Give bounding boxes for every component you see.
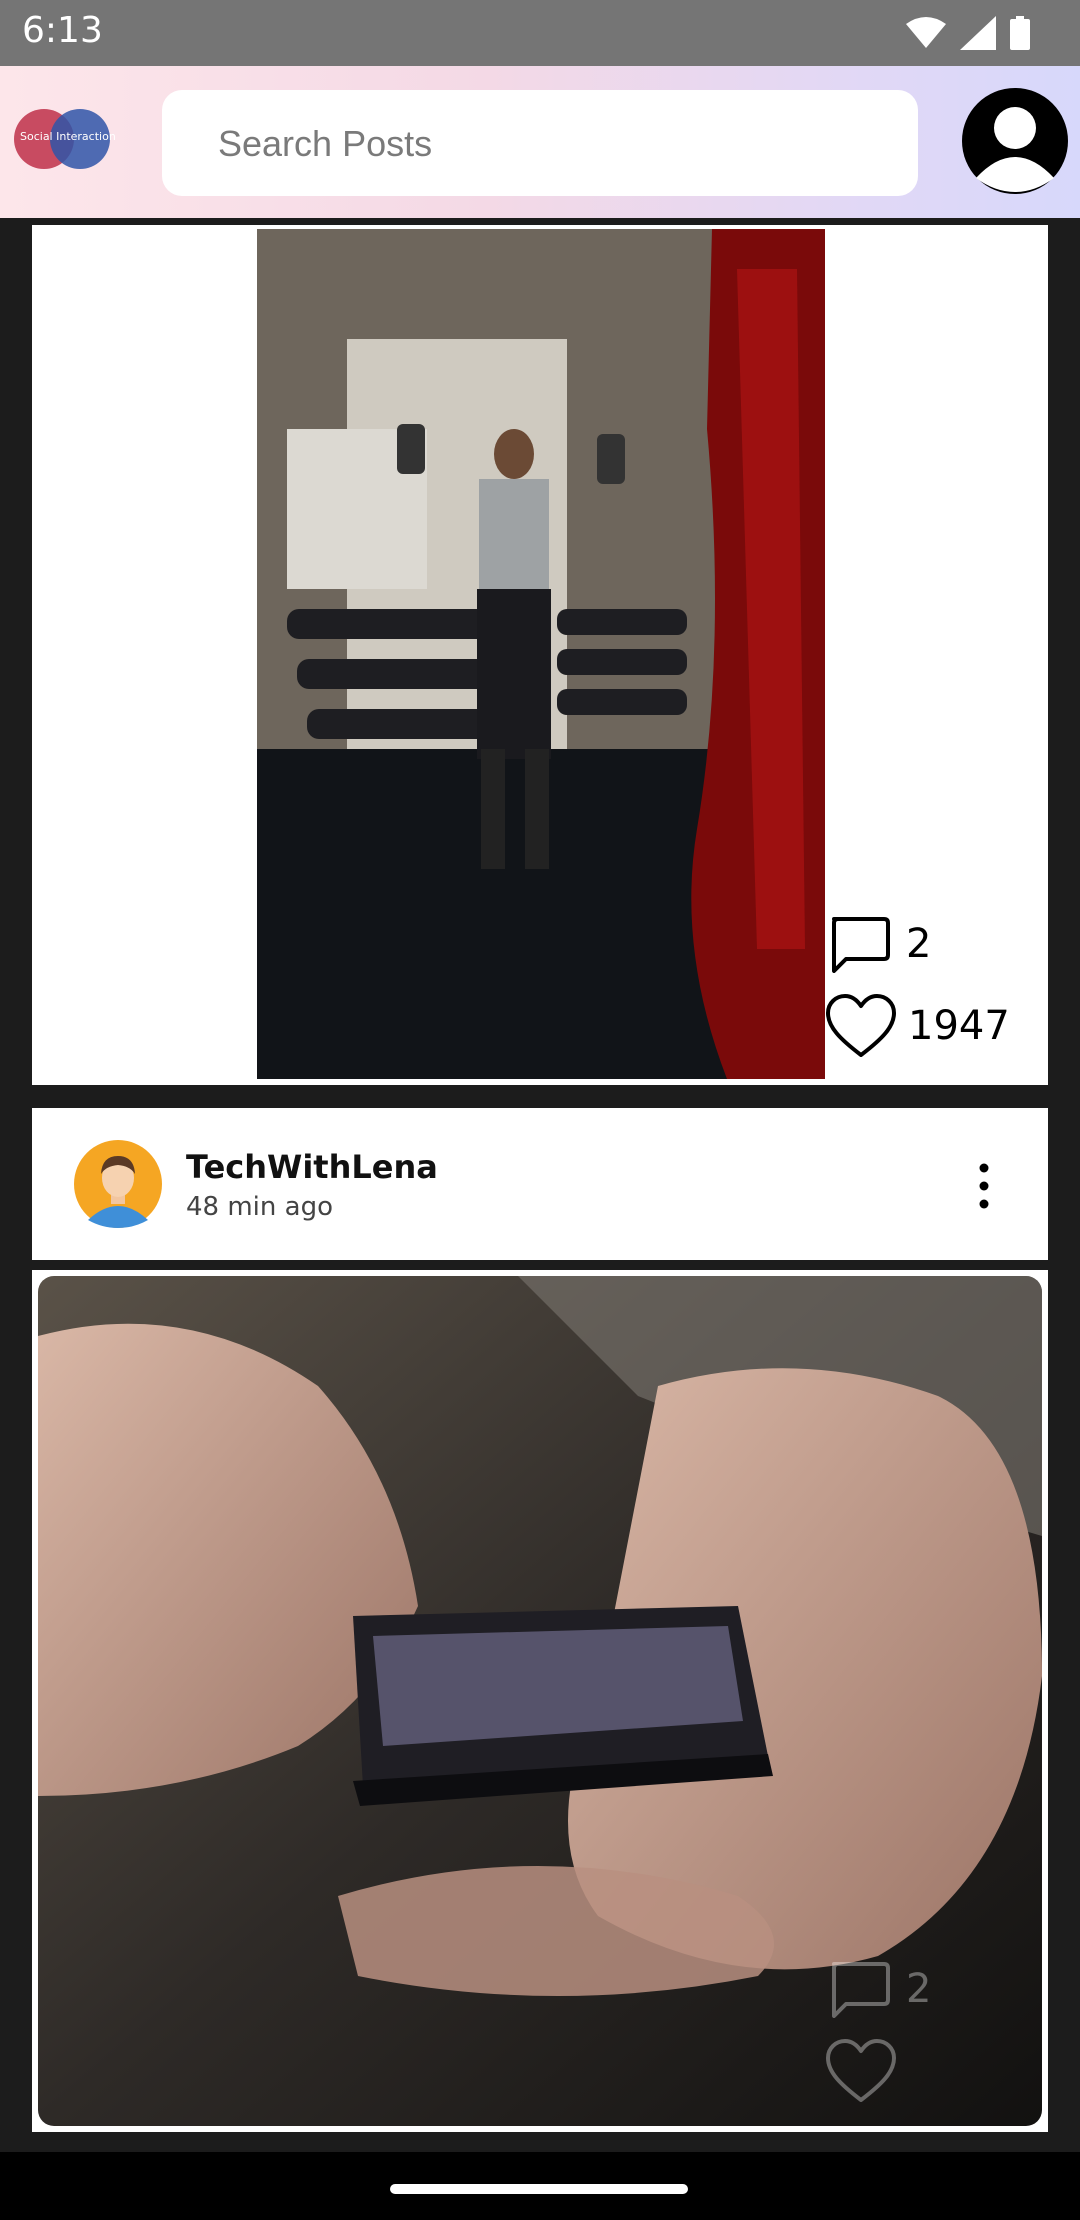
- author-avatar[interactable]: [74, 1140, 162, 1228]
- post-options-button[interactable]: [972, 1162, 996, 1210]
- post-timestamp: 48 min ago: [186, 1192, 333, 1222]
- system-nav-bar: [0, 2152, 1080, 2220]
- post-header: TechWithLena 48 min ago: [32, 1108, 1048, 1260]
- search-box[interactable]: [162, 90, 918, 198]
- post-image[interactable]: [257, 229, 825, 1079]
- profile-button[interactable]: [960, 86, 1070, 196]
- author-username[interactable]: TechWithLena: [186, 1148, 438, 1186]
- post-card: 2 1947: [32, 225, 1048, 1085]
- status-bar: 6:13: [0, 0, 1080, 66]
- like-stat[interactable]: 1947: [824, 993, 1010, 1059]
- post-card: 2: [32, 1270, 1048, 2132]
- comment-stat[interactable]: 2: [828, 915, 931, 973]
- comment-count: 2: [906, 1966, 932, 2012]
- male-avatar-icon: [74, 1140, 162, 1228]
- logo-text: Social Interaction: [20, 130, 116, 143]
- search-input[interactable]: [216, 90, 900, 198]
- status-time: 6:13: [22, 10, 103, 51]
- heart-icon: [826, 994, 896, 1057]
- comment-stat[interactable]: 2: [828, 1960, 931, 2018]
- comment-icon: [832, 1962, 890, 2018]
- user-avatar-icon: [962, 88, 1068, 194]
- gym-dumbbell-photo: [257, 229, 825, 1079]
- app-header: Social Interaction: [0, 66, 1080, 218]
- app-logo[interactable]: Social Interaction: [14, 106, 116, 172]
- like-stat[interactable]: [824, 2038, 898, 2104]
- signal-icon: [960, 16, 996, 50]
- comment-count: 2: [906, 921, 932, 967]
- status-icons: [906, 14, 1030, 52]
- like-count: 1947: [908, 1003, 1010, 1049]
- home-gesture-handle[interactable]: [390, 2184, 688, 2194]
- heart-icon: [826, 2039, 896, 2102]
- more-vertical-icon: [979, 1163, 989, 1209]
- comment-icon: [832, 917, 890, 973]
- battery-icon: [1010, 16, 1030, 50]
- wifi-icon: [906, 17, 946, 48]
